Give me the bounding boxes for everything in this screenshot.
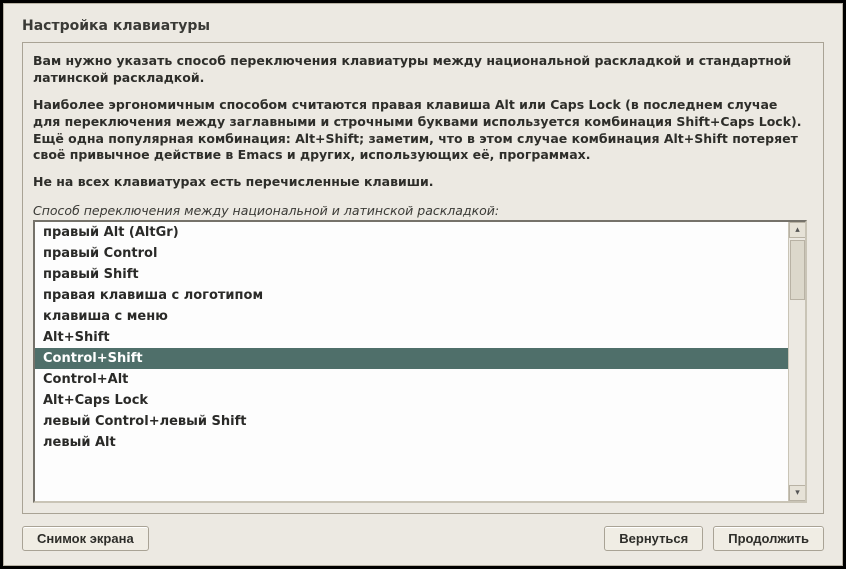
spacer xyxy=(159,526,595,551)
list-item[interactable]: левый Alt xyxy=(35,432,788,453)
page-title: Настройка клавиатуры xyxy=(22,18,824,34)
button-bar: Снимок экрана Вернуться Продолжить xyxy=(4,514,842,565)
scroll-down-button[interactable]: ▾ xyxy=(789,485,806,501)
options-list-wrap: правый Alt (AltGr)правый Controlправый S… xyxy=(33,220,807,503)
dialog-window: Настройка клавиатуры Вам нужно указать с… xyxy=(3,3,843,566)
scroll-thumb[interactable] xyxy=(790,240,805,300)
continue-button[interactable]: Продолжить xyxy=(713,526,824,551)
info-paragraph-1: Вам нужно указать способ переключения кл… xyxy=(33,53,807,87)
info-block: Вам нужно указать способ переключения кл… xyxy=(33,53,807,201)
list-item[interactable]: Control+Alt xyxy=(35,369,788,390)
list-item[interactable]: правая клавиша с логотипом xyxy=(35,285,788,306)
list-item[interactable]: Alt+Shift xyxy=(35,327,788,348)
info-paragraph-2: Наиболее эргономичным способом считаются… xyxy=(33,97,807,165)
list-item[interactable]: правый Control xyxy=(35,243,788,264)
list-item[interactable]: Control+Shift xyxy=(35,348,788,369)
list-item[interactable]: левый Control+левый Shift xyxy=(35,411,788,432)
list-item[interactable]: Alt+Caps Lock xyxy=(35,390,788,411)
back-button[interactable]: Вернуться xyxy=(604,526,703,551)
options-list[interactable]: правый Alt (AltGr)правый Controlправый S… xyxy=(35,222,788,501)
scroll-up-button[interactable]: ▴ xyxy=(789,222,806,238)
title-area: Настройка клавиатуры xyxy=(4,4,842,42)
content-frame: Вам нужно указать способ переключения кл… xyxy=(22,42,824,514)
list-item[interactable]: клавиша с меню xyxy=(35,306,788,327)
scrollbar[interactable]: ▴ ▾ xyxy=(788,222,805,501)
info-paragraph-3: Не на всех клавиатурах есть перечисленны… xyxy=(33,174,807,191)
list-label: Способ переключения между национальной и… xyxy=(33,203,807,218)
list-item[interactable]: правый Alt (AltGr) xyxy=(35,222,788,243)
screenshot-button[interactable]: Снимок экрана xyxy=(22,526,149,551)
list-item[interactable]: правый Shift xyxy=(35,264,788,285)
